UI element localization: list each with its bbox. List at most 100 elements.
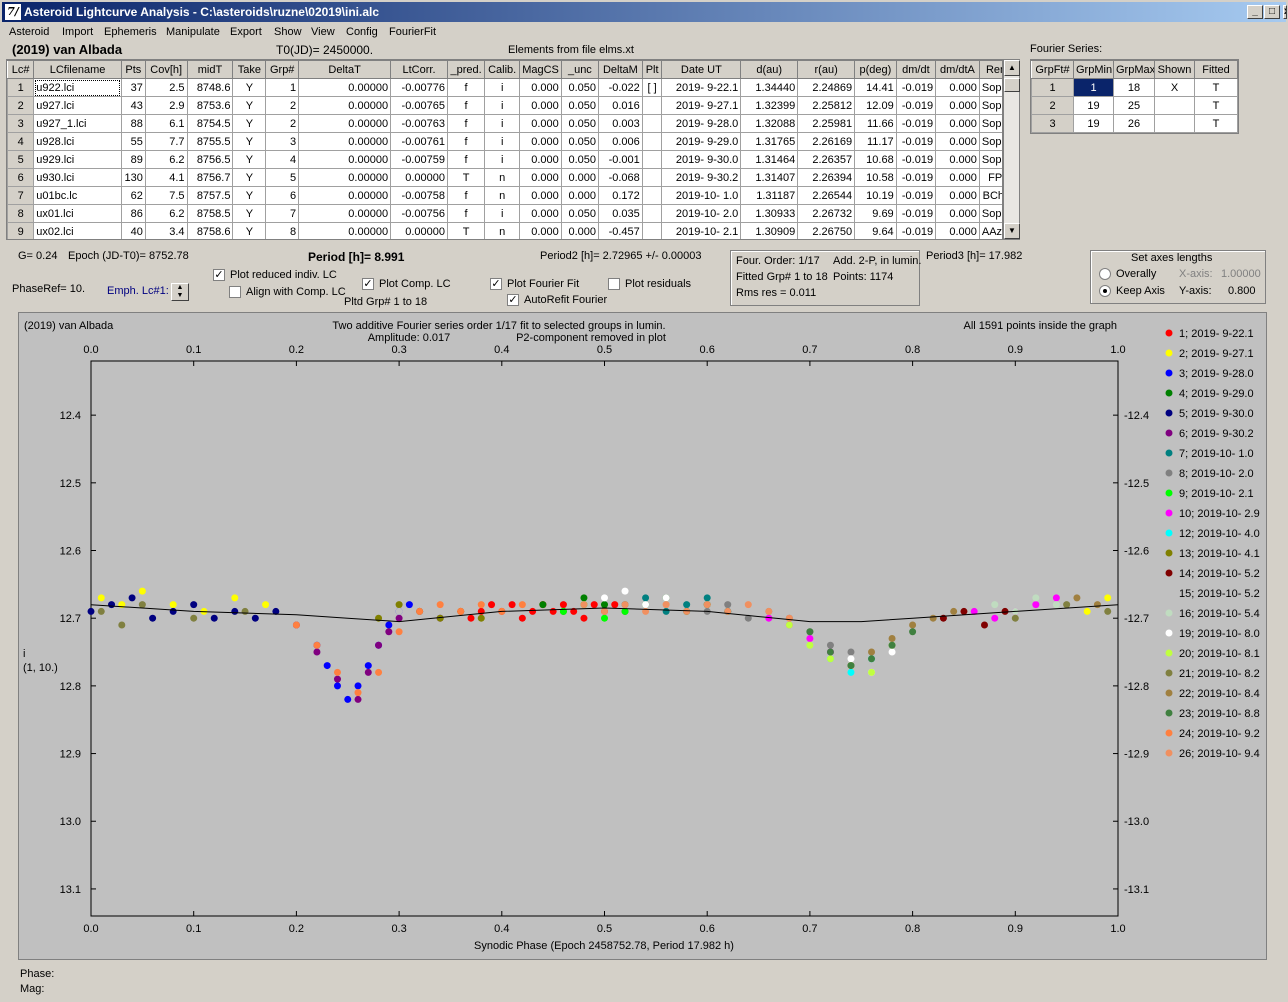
lc-cell[interactable]: 1	[265, 78, 300, 97]
lc-cell[interactable]: f	[446, 114, 486, 133]
lc-cell[interactable]: f	[446, 132, 486, 151]
lc-cell[interactable]: 55	[120, 132, 146, 151]
lc-cell[interactable]: 2.26357	[797, 150, 856, 169]
lc-cell[interactable]: 4	[265, 150, 300, 169]
lc-table-row[interactable]: 1 u922.lci 37 2.5 8748.6 Y 1 0.00000 -0.00776 f i 0…	[7, 78, 1002, 97]
lc-cell[interactable]: -0.019	[895, 114, 937, 133]
fourier-col-header[interactable]: Shown	[1154, 60, 1195, 79]
lc-row-header[interactable]: 9	[7, 222, 35, 239]
lc-cell[interactable]: 2.26750	[797, 222, 856, 239]
lc-cell[interactable]: 2.26169	[797, 132, 856, 151]
lc-cell[interactable]: 6.2	[144, 204, 188, 223]
lc-cell[interactable]: 0.050	[560, 150, 599, 169]
lc-cell[interactable]: 1.31187	[740, 186, 799, 205]
lc-cell[interactable]: 0.000	[519, 114, 562, 133]
lc-cell[interactable]: -0.00776	[390, 78, 448, 97]
lc-col-header[interactable]: MagCS	[519, 60, 562, 79]
menu-view[interactable]: View	[311, 26, 335, 38]
lightcurve-plot[interactable]: (2019) van Albada Two additive Fourier s…	[18, 312, 1267, 960]
lc-cell[interactable]: i	[484, 132, 521, 151]
lc-col-header[interactable]: Rem.	[978, 60, 1002, 79]
plot-reduced-check[interactable]: ✓	[213, 269, 225, 282]
lc-cell[interactable]: 0.000	[935, 96, 980, 115]
lc-cell[interactable]: Y	[232, 222, 267, 239]
lc-cell[interactable]: 2.24869	[797, 78, 856, 97]
lc-cell[interactable]: 0.050	[560, 78, 599, 97]
lc-col-header[interactable]: DeltaM	[597, 60, 643, 79]
menu-export[interactable]: Export	[230, 26, 262, 38]
lc-cell[interactable]: 0.000	[935, 132, 980, 151]
lc-cell[interactable]: -0.019	[895, 150, 937, 169]
fourier-cell[interactable]: 1	[1073, 78, 1114, 97]
align-checkbox[interactable]: Align with Comp. LC	[229, 286, 346, 299]
lc-row-header[interactable]: 4	[7, 132, 35, 151]
lc-cell[interactable]: 7.7	[144, 132, 188, 151]
autorefit-checkbox[interactable]: ✓ AutoRefit Fourier	[507, 294, 607, 307]
lc-cell[interactable]: -0.019	[895, 96, 937, 115]
menu-import[interactable]: Import	[62, 26, 93, 38]
lc-cell[interactable]: 6.2	[144, 150, 188, 169]
lc-cell[interactable]: T	[446, 168, 486, 187]
lc-cell[interactable]: 0.000	[519, 168, 562, 187]
lc-cell[interactable]: 1.30933	[740, 204, 799, 223]
lc-cell[interactable]: 0.00000	[298, 186, 392, 205]
lc-cell[interactable]: 88	[120, 114, 146, 133]
lc-cell[interactable]: 0.000	[935, 114, 980, 133]
lc-cell[interactable]: 9.69	[854, 204, 897, 223]
fourier-cell[interactable]: 26	[1113, 114, 1155, 133]
lc-cell[interactable]: 8758.5	[186, 204, 234, 223]
lc-cell[interactable]: 2.26394	[797, 168, 856, 187]
lc-cell[interactable]: 2019- 9-29.0	[661, 132, 742, 151]
lc-cell[interactable]: FPil...	[978, 168, 1002, 187]
lc-cell[interactable]	[641, 132, 663, 151]
lc-cell[interactable]: n	[484, 186, 521, 205]
lc-col-header[interactable]: _unc	[560, 60, 599, 79]
lc-cell[interactable]: 89	[120, 150, 146, 169]
lc-cell[interactable]: 8756.5	[186, 150, 234, 169]
menu-show[interactable]: Show	[274, 26, 302, 38]
lc-cell[interactable]: 2019-10- 1.0	[661, 186, 742, 205]
lc-cell[interactable]: 2019- 9-30.2	[661, 168, 742, 187]
lc-cell[interactable]	[641, 96, 663, 115]
lc-cell[interactable]: n	[484, 168, 521, 187]
lc-row-header[interactable]: 7	[7, 186, 35, 205]
lc-cell[interactable]: 0.050	[560, 114, 599, 133]
lc-cell[interactable]: 1.31407	[740, 168, 799, 187]
lc-cell[interactable]: i	[484, 114, 521, 133]
lc-cell[interactable]: Sopo...	[978, 96, 1002, 115]
lc-row-header[interactable]: 8	[7, 204, 35, 223]
lc-cell[interactable]: -0.019	[895, 186, 937, 205]
lc-cell[interactable]: 8753.6	[186, 96, 234, 115]
lc-cell[interactable]: f	[446, 78, 486, 97]
lc-cell[interactable]: 9.64	[854, 222, 897, 239]
lc-cell[interactable]: 0.00000	[298, 132, 392, 151]
plot-comp-checkbox[interactable]: ✓ Plot Comp. LC	[362, 278, 451, 291]
lc-cell[interactable]: 0.00000	[298, 222, 392, 239]
fourier-cell[interactable]: 19	[1073, 114, 1114, 133]
lc-cell[interactable]: 0.000	[519, 186, 562, 205]
overally-radio-dot[interactable]	[1099, 268, 1111, 281]
keep-axis-radio-dot[interactable]	[1099, 285, 1111, 298]
lc-cell[interactable]: 7	[265, 204, 300, 223]
lc-cell[interactable]: 0.000	[935, 204, 980, 223]
lc-col-header[interactable]: LtCorr.	[390, 60, 448, 79]
lc-cell[interactable]: 43	[120, 96, 146, 115]
lc-cell[interactable]: 1.31765	[740, 132, 799, 151]
lc-cell[interactable]: 0.00000	[298, 168, 392, 187]
fourier-cell[interactable]: X	[1154, 78, 1195, 97]
lc-col-header[interactable]: dm/dtA	[935, 60, 980, 79]
lc-cell[interactable]: 3	[265, 132, 300, 151]
lc-cell[interactable]	[641, 222, 663, 239]
lc-cell[interactable]: 0.000	[519, 222, 562, 239]
lc-col-header[interactable]: Grp#	[265, 60, 300, 79]
lc-col-header[interactable]: Plt	[641, 60, 663, 79]
lc-cell[interactable]: 10.68	[854, 150, 897, 169]
lc-cell[interactable]: 2019- 9-30.0	[661, 150, 742, 169]
menu-fourierfit[interactable]: FourierFit	[389, 26, 436, 38]
lc-cell[interactable]: 0.050	[560, 132, 599, 151]
lc-cell[interactable]	[641, 204, 663, 223]
lc-cell[interactable]: n	[484, 222, 521, 239]
lc-cell[interactable]: Y	[232, 150, 267, 169]
fourier-row-header[interactable]: 1	[1031, 78, 1074, 97]
lc-table-row[interactable]: 3 u927_1.lci 88 6.1 8754.5 Y 2 0.00000 -0.00763 f…	[7, 114, 1002, 133]
